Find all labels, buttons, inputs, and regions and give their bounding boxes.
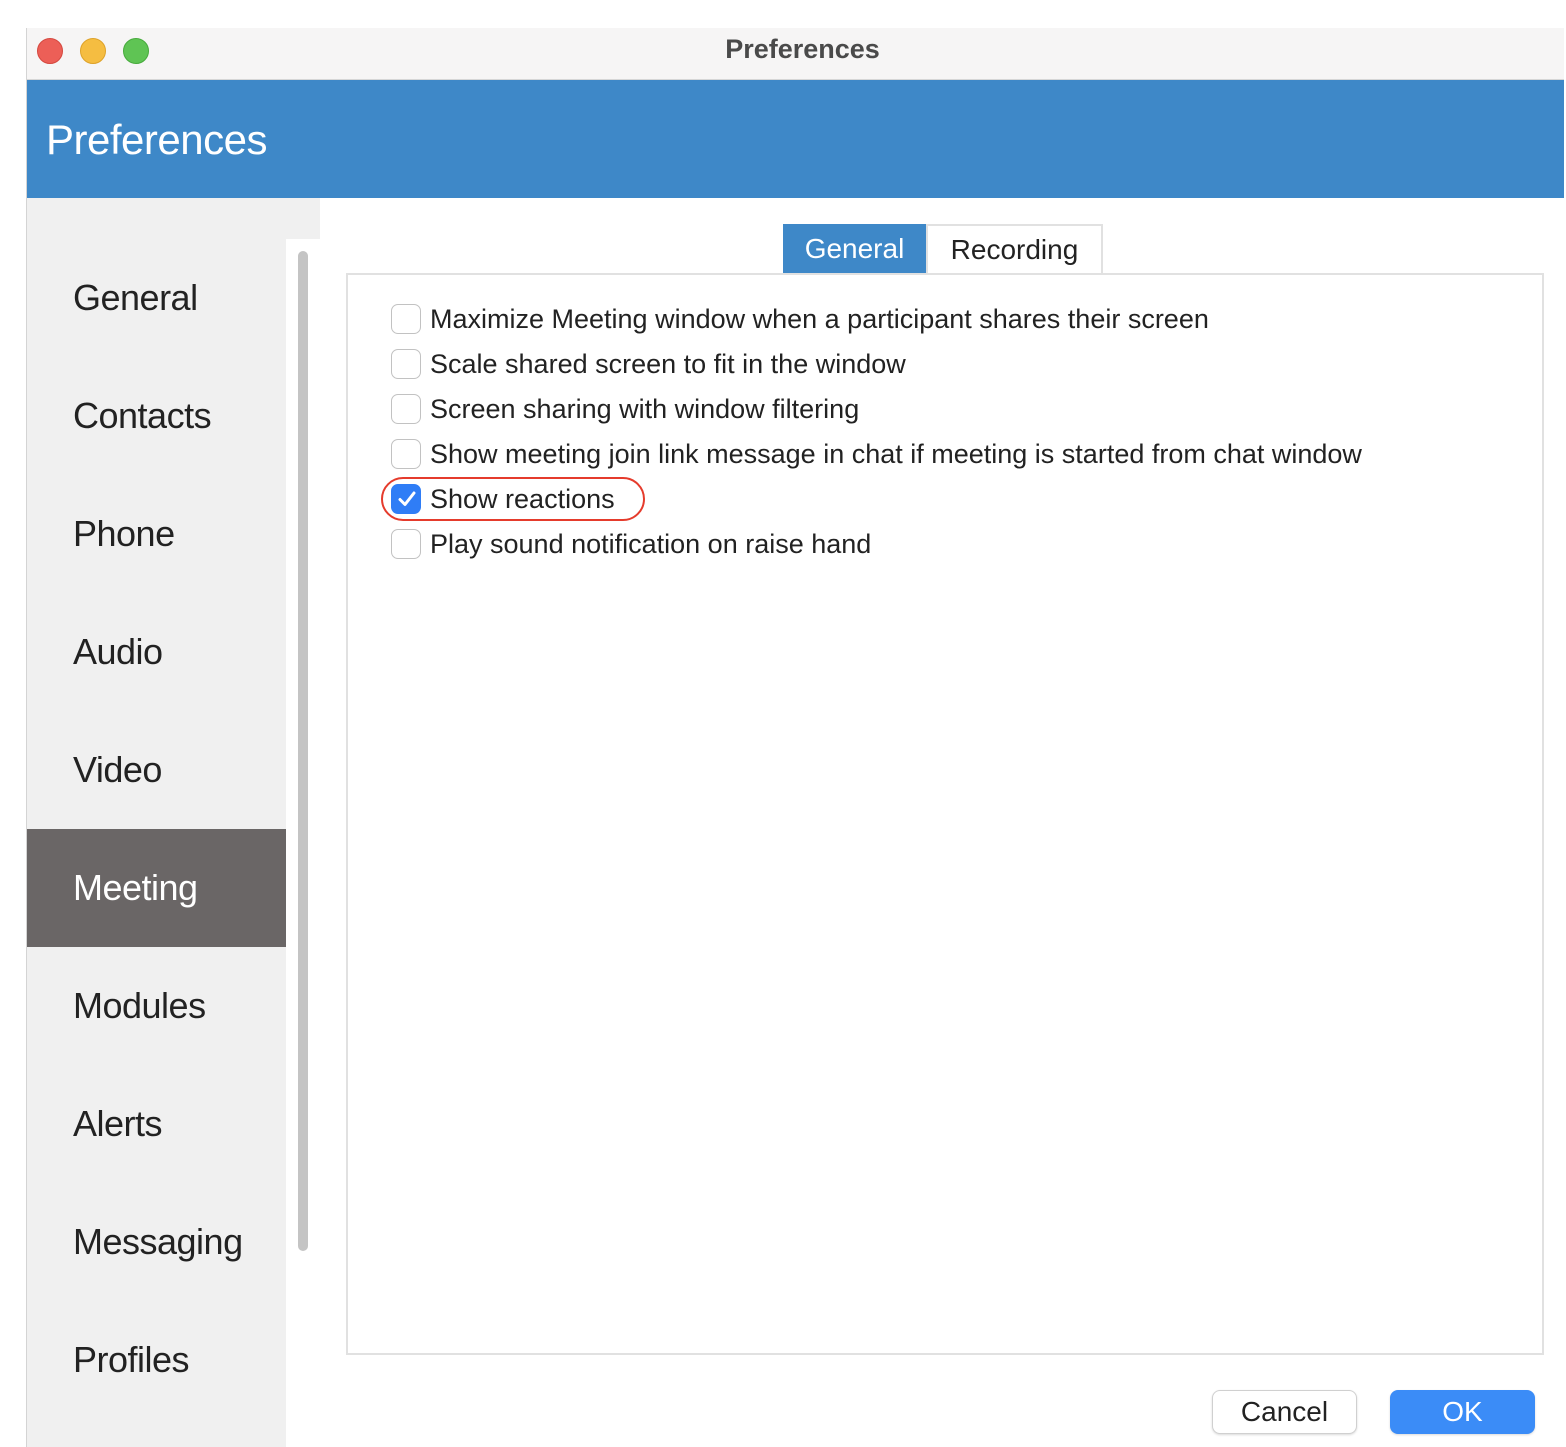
- sidebar-item-general[interactable]: General: [27, 239, 286, 357]
- sidebar-item-audio[interactable]: Audio: [27, 593, 286, 711]
- tab-bar: General Recording: [783, 224, 1103, 274]
- checkbox[interactable]: [391, 394, 421, 424]
- checkbox[interactable]: [391, 304, 421, 334]
- sidebar-item-phone[interactable]: Phone: [27, 475, 286, 593]
- window-title: Preferences: [725, 34, 880, 64]
- sidebar-scrollbar[interactable]: [286, 239, 320, 1447]
- settings-panel: Maximize Meeting window when a participa…: [346, 273, 1544, 1355]
- sidebar-item-profiles[interactable]: Profiles: [27, 1301, 286, 1419]
- header-banner: Preferences: [27, 80, 1564, 198]
- option-scale-shared-screen[interactable]: Scale shared screen to fit in the window: [391, 347, 906, 381]
- option-maximize-meeting-window[interactable]: Maximize Meeting window when a participa…: [391, 302, 1209, 336]
- sidebar-item-messaging[interactable]: Messaging: [27, 1183, 286, 1301]
- option-window-filtering[interactable]: Screen sharing with window filtering: [391, 392, 859, 426]
- page-title: Preferences: [46, 116, 267, 163]
- option-label: Screen sharing with window filtering: [430, 393, 860, 424]
- option-label: Scale shared screen to fit in the window: [430, 348, 906, 379]
- cancel-button[interactable]: Cancel: [1212, 1390, 1357, 1434]
- checkbox[interactable]: [391, 349, 421, 379]
- sidebar-item-meeting[interactable]: Meeting: [27, 829, 286, 947]
- option-label: Show meeting join link message in chat i…: [430, 438, 1362, 469]
- preferences-window: Preferences Preferences General Contacts…: [26, 28, 1564, 1447]
- sidebar-item-contacts[interactable]: Contacts: [27, 357, 286, 475]
- tab-general[interactable]: General: [783, 224, 926, 274]
- tab-recording[interactable]: Recording: [926, 224, 1103, 274]
- sidebar-item-video[interactable]: Video: [27, 711, 286, 829]
- option-label: Play sound notification on raise hand: [430, 528, 872, 559]
- checkbox[interactable]: [391, 439, 421, 469]
- sidebar: General Contacts Phone Audio Video Meeti…: [27, 198, 320, 1447]
- highlight-annotation: [381, 477, 645, 521]
- sidebar-item-modules[interactable]: Modules: [27, 947, 286, 1065]
- sidebar-scrollbar-thumb[interactable]: [298, 251, 308, 1251]
- option-raise-hand-sound[interactable]: Play sound notification on raise hand: [391, 527, 871, 561]
- checkbox[interactable]: [391, 529, 421, 559]
- title-bar: Preferences: [27, 28, 1564, 80]
- ok-button[interactable]: OK: [1390, 1390, 1535, 1434]
- sidebar-item-alerts[interactable]: Alerts: [27, 1065, 286, 1183]
- option-join-link-message[interactable]: Show meeting join link message in chat i…: [391, 437, 1362, 471]
- option-label: Maximize Meeting window when a participa…: [430, 303, 1209, 334]
